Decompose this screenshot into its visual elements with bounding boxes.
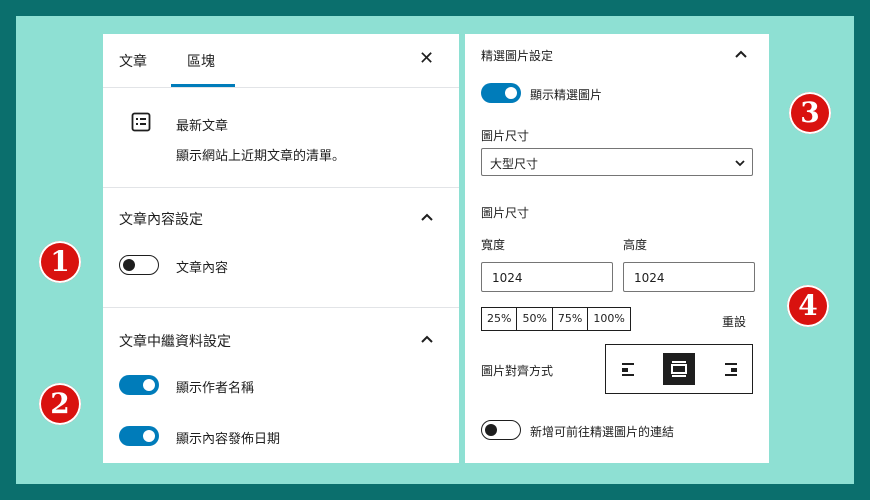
- width-input[interactable]: 1024: [481, 262, 613, 292]
- alignment-label: 圖片對齊方式: [481, 364, 554, 378]
- width-label: 寬度: [481, 238, 506, 252]
- chevron-up-icon[interactable]: [419, 209, 435, 225]
- align-left-icon: [622, 363, 634, 376]
- featured-image-panel: 精選圖片設定 顯示精選圖片 圖片尺寸 大型尺寸 圖片尺寸 寬度 高度 1024 …: [465, 34, 769, 463]
- image-size-label: 圖片尺寸: [481, 129, 530, 143]
- featured-image-heading[interactable]: 精選圖片設定: [481, 47, 553, 64]
- image-size-value: 大型尺寸: [490, 157, 539, 171]
- alignment-toolbar: [605, 344, 753, 394]
- chevron-up-icon[interactable]: [419, 331, 435, 347]
- sidebar-tabs: 文章 區塊 ✕: [103, 34, 459, 88]
- badge-3: 3: [789, 92, 831, 134]
- chevron-down-icon: [735, 160, 745, 167]
- tab-post[interactable]: 文章: [119, 51, 147, 71]
- link-featured-label: 新增可前往精選圖片的連結: [530, 425, 675, 439]
- active-tab-indicator: [171, 84, 235, 87]
- align-right-button[interactable]: [713, 353, 745, 385]
- image-dimensions-label: 圖片尺寸: [481, 206, 530, 220]
- show-featured-label: 顯示精選圖片: [530, 88, 603, 102]
- scale-100-button[interactable]: 100%: [588, 308, 629, 330]
- height-value: 1024: [634, 271, 665, 285]
- post-date-toggle[interactable]: [119, 426, 159, 446]
- scale-button-group: 25% 50% 75% 100%: [481, 307, 631, 331]
- post-content-label: 文章內容: [176, 261, 229, 276]
- author-name-label: 顯示作者名稱: [176, 381, 255, 396]
- height-input[interactable]: 1024: [623, 262, 755, 292]
- align-center-icon: [671, 361, 687, 377]
- show-featured-toggle[interactable]: [481, 83, 521, 103]
- image-size-select[interactable]: 大型尺寸: [481, 148, 753, 176]
- section-divider: [103, 307, 459, 308]
- block-card: 最新文章 顯示網站上近期文章的清單。: [103, 88, 459, 188]
- block-settings-panel: 文章 區塊 ✕ 最新文章 顯示網站上近期文章的清單。 文章內容設定 文章內容 文…: [103, 34, 459, 463]
- close-icon[interactable]: ✕: [419, 48, 434, 69]
- badge-1: 1: [39, 241, 81, 283]
- block-description: 顯示網站上近期文章的清單。: [176, 149, 346, 164]
- reset-button[interactable]: 重設: [722, 313, 746, 330]
- tab-block[interactable]: 區塊: [187, 51, 215, 71]
- meta-settings-heading[interactable]: 文章中繼資料設定: [119, 331, 231, 351]
- author-name-toggle[interactable]: [119, 375, 159, 395]
- width-value: 1024: [492, 271, 523, 285]
- badge-4: 4: [787, 285, 829, 327]
- content-settings-heading[interactable]: 文章內容設定: [119, 209, 203, 229]
- height-label: 高度: [623, 238, 648, 252]
- link-featured-toggle[interactable]: [481, 420, 521, 440]
- scale-50-button[interactable]: 50%: [517, 308, 553, 330]
- chevron-up-icon[interactable]: [733, 46, 749, 62]
- scale-25-button[interactable]: 25%: [482, 308, 518, 330]
- align-left-button[interactable]: [614, 353, 646, 385]
- post-date-label: 顯示內容發佈日期: [176, 432, 281, 447]
- post-content-toggle[interactable]: [119, 255, 159, 275]
- align-center-button[interactable]: [663, 353, 695, 385]
- scale-75-button[interactable]: 75%: [553, 308, 589, 330]
- align-right-icon: [725, 363, 737, 376]
- badge-2: 2: [39, 383, 81, 425]
- block-title: 最新文章: [176, 119, 229, 134]
- list-icon: [131, 112, 151, 132]
